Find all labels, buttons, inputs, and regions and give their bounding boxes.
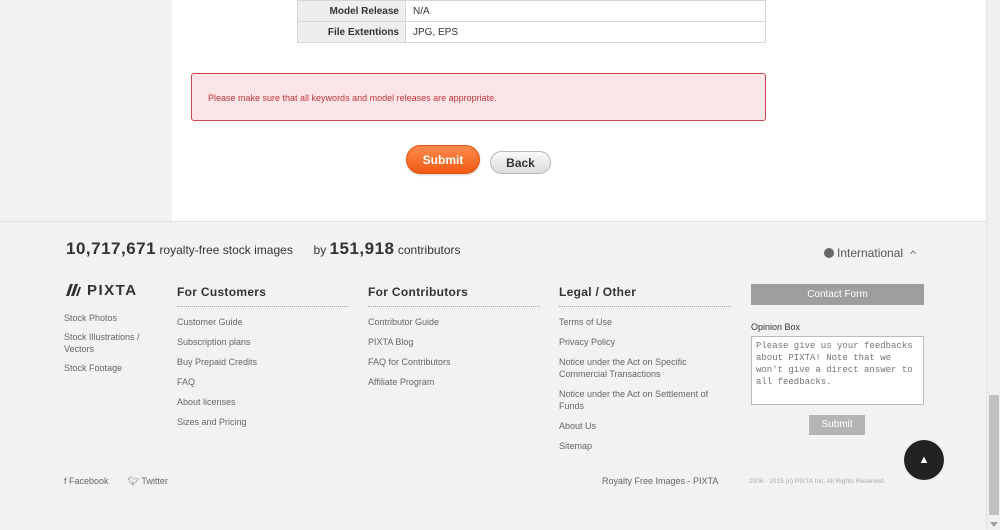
globe-icon (824, 248, 834, 258)
column-title: For Contributors (368, 285, 540, 307)
back-button[interactable]: Back (490, 151, 551, 174)
twitter-icon: 🐦︎ (127, 476, 140, 486)
footer-link[interactable]: Stock Illustrations / Vectors (64, 331, 159, 355)
page-scrollbar[interactable] (986, 0, 1000, 530)
keyword-warning-alert: Please make sure that all keywords and m… (191, 73, 766, 121)
table-row: File Extentions JPG, EPS (297, 21, 766, 43)
royalty-free-link[interactable]: Royalty Free Images - PIXTA (602, 476, 718, 486)
opinion-submit-button[interactable]: Submit (809, 415, 865, 435)
international-label: International (837, 246, 904, 260)
twitter-label: Twitter (141, 476, 168, 486)
pixta-logo-icon (66, 284, 81, 296)
twitter-link[interactable]: 🐦︎ Twitter (128, 476, 168, 486)
table-row: Model Release N/A (297, 0, 766, 22)
footer-link[interactable]: Stock Photos (64, 312, 159, 324)
media-type-links: Stock Photos Stock Illustrations / Vecto… (64, 312, 159, 381)
footer-link[interactable]: Sizes and Pricing (177, 416, 349, 428)
pixta-logo[interactable]: PIXTA (64, 282, 138, 299)
footer-link[interactable]: Privacy Policy (559, 336, 734, 348)
copyright-text: 2006 - 2015 (c) PIXTA Inc. All Rights Re… (749, 478, 886, 485)
main-content: Model Release N/A File Extentions JPG, E… (0, 0, 986, 221)
opinion-box-input[interactable] (751, 336, 924, 405)
footer-column-customers: For Customers Customer Guide Subscriptio… (177, 285, 349, 436)
language-selector[interactable]: International ^ (824, 246, 917, 260)
site-stats: 10,717,671 royalty-free stock images by … (66, 239, 461, 259)
scroll-down-icon[interactable] (990, 522, 998, 527)
back-to-top-button[interactable]: ▲ (904, 440, 944, 480)
footer-link[interactable]: FAQ for Contributors (368, 356, 540, 368)
left-margin (0, 0, 172, 221)
footer-link[interactable]: Subscription plans (177, 336, 349, 348)
footer-column-legal: Legal / Other Terms of Use Privacy Polic… (559, 285, 734, 460)
opinion-box-label: Opinion Box (751, 322, 801, 332)
detail-value: N/A (405, 0, 766, 22)
image-count: 10,717,671 (66, 239, 157, 258)
social-links: f Facebook 🐦︎ Twitter (64, 476, 168, 487)
facebook-link[interactable]: f Facebook (64, 476, 109, 486)
detail-key: File Extentions (297, 21, 406, 43)
logo-text: PIXTA (87, 282, 138, 299)
footer-link[interactable]: Notice under the Act on Settlement of Fu… (559, 388, 734, 412)
site-footer: 10,717,671 royalty-free stock images by … (0, 221, 986, 530)
submit-button[interactable]: Submit (406, 145, 480, 174)
contributor-count: 151,918 (329, 239, 395, 258)
footer-link[interactable]: PIXTA Blog (368, 336, 540, 348)
column-title: Legal / Other (559, 285, 731, 307)
by-text: by (313, 243, 327, 257)
footer-link[interactable]: Affiliate Program (368, 376, 540, 388)
footer-column-contributors: For Contributors Contributor Guide PIXTA… (368, 285, 540, 396)
facebook-label: Facebook (69, 476, 109, 486)
footer-link[interactable]: Sitemap (559, 440, 734, 452)
footer-link[interactable]: About licenses (177, 396, 349, 408)
footer-link[interactable]: Stock Footage (64, 362, 159, 374)
footer-link[interactable]: About Us (559, 420, 734, 432)
footer-link[interactable]: Buy Prepaid Credits (177, 356, 349, 368)
contributors-text: contributors (397, 243, 461, 257)
detail-value: JPG, EPS (405, 21, 766, 43)
footer-link[interactable]: FAQ (177, 376, 349, 388)
contact-form-button[interactable]: Contact Form (751, 284, 924, 305)
arrow-up-icon: ▲ (918, 454, 930, 466)
images-text: royalty-free stock images (159, 243, 293, 257)
image-details-table: Model Release N/A File Extentions JPG, E… (297, 0, 766, 43)
scrollbar-thumb[interactable] (989, 395, 999, 515)
footer-link[interactable]: Notice under the Act on Specific Commerc… (559, 356, 719, 380)
footer-link[interactable]: Terms of Use (559, 316, 734, 328)
chevron-up-icon: ^ (910, 249, 917, 259)
column-title: For Customers (177, 285, 349, 307)
facebook-icon: f (64, 476, 67, 486)
detail-key: Model Release (297, 0, 406, 22)
footer-link[interactable]: Contributor Guide (368, 316, 540, 328)
footer-link[interactable]: Customer Guide (177, 316, 349, 328)
